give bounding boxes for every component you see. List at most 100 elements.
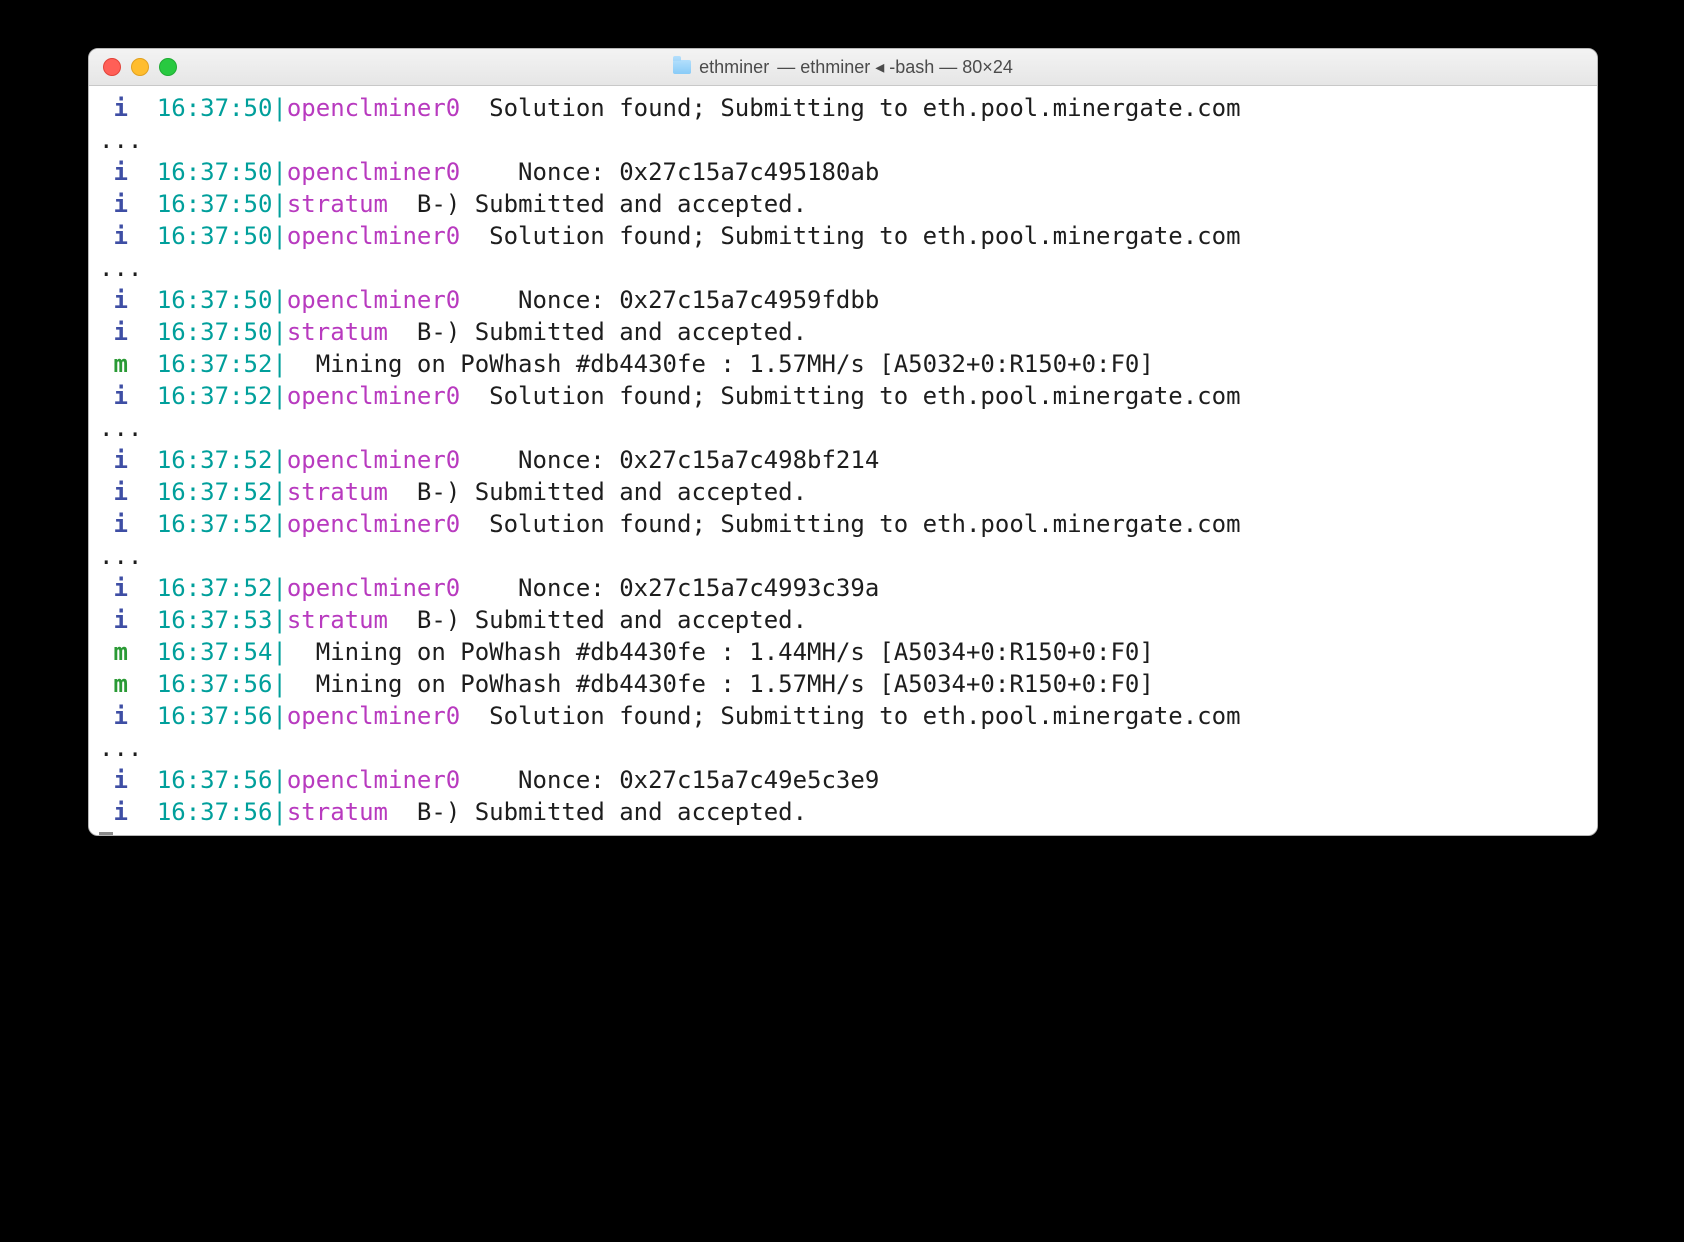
log-source: stratum [287, 798, 388, 826]
title-folder-name: ethminer [699, 57, 769, 78]
log-source: stratum [287, 478, 388, 506]
timestamp: 16:37:56 [157, 766, 273, 794]
log-source: openclminer0 [287, 766, 460, 794]
timestamp: 16:37:52 [157, 350, 273, 378]
separator-pipe: | [272, 574, 286, 602]
log-source: stratum [287, 318, 388, 346]
continuation-dots: ... [99, 126, 142, 154]
log-message: B-) Submitted and accepted. [417, 798, 807, 826]
terminal-line: m 16:37:56| Mining on PoWhash #db4430fe … [99, 668, 1587, 700]
terminal-line: i 16:37:56|openclminer0 Solution found; … [99, 700, 1587, 732]
prompt-line[interactable] [99, 828, 1587, 835]
log-message: B-) Submitted and accepted. [417, 478, 807, 506]
log-message: Nonce: 0x27c15a7c498bf214 [518, 446, 879, 474]
log-level-icon: m [113, 638, 127, 666]
log-source: openclminer0 [287, 702, 460, 730]
log-source: openclminer0 [287, 446, 460, 474]
log-level-icon: i [113, 446, 127, 474]
timestamp: 16:37:52 [157, 478, 273, 506]
separator-pipe: | [272, 510, 286, 538]
terminal-line: i 16:37:53|stratum B-) Submitted and acc… [99, 604, 1587, 636]
timestamp: 16:37:52 [157, 574, 273, 602]
terminal-line: m 16:37:54| Mining on PoWhash #db4430fe … [99, 636, 1587, 668]
log-source: openclminer0 [287, 574, 460, 602]
log-source: openclminer0 [287, 286, 460, 314]
terminal-line: i 16:37:52|stratum B-) Submitted and acc… [99, 476, 1587, 508]
terminal-line: ... [99, 732, 1587, 764]
continuation-dots: ... [99, 414, 142, 442]
terminal-line: i 16:37:50|openclminer0 Solution found; … [99, 92, 1587, 124]
timestamp: 16:37:50 [157, 190, 273, 218]
window-title: ethminer — ethminer ◂ -bash — 80×24 [89, 57, 1597, 78]
log-source: openclminer0 [287, 158, 460, 186]
separator-pipe: | [272, 446, 286, 474]
terminal-window: ethminer — ethminer ◂ -bash — 80×24 i 16… [88, 48, 1598, 836]
log-level-icon: i [113, 702, 127, 730]
log-message: Mining on PoWhash #db4430fe : 1.57MH/s [… [316, 670, 1154, 698]
log-level-icon: m [113, 670, 127, 698]
maximize-button[interactable] [159, 58, 177, 76]
terminal-line: i 16:37:50|stratum B-) Submitted and acc… [99, 316, 1587, 348]
timestamp: 16:37:50 [157, 222, 273, 250]
log-level-icon: i [113, 94, 127, 122]
log-message: Solution found; Submitting to eth.pool.m… [489, 222, 1240, 250]
terminal-line: m 16:37:52| Mining on PoWhash #db4430fe … [99, 348, 1587, 380]
terminal-line: ... [99, 252, 1587, 284]
log-message: Mining on PoWhash #db4430fe : 1.44MH/s [… [316, 638, 1154, 666]
log-source: openclminer0 [287, 94, 460, 122]
terminal-line: i 16:37:50|openclminer0 Nonce: 0x27c15a7… [99, 284, 1587, 316]
minimize-button[interactable] [131, 58, 149, 76]
separator-pipe: | [272, 318, 286, 346]
log-source: openclminer0 [287, 382, 460, 410]
timestamp: 16:37:52 [157, 446, 273, 474]
log-level-icon: i [113, 318, 127, 346]
log-message: Solution found; Submitting to eth.pool.m… [489, 94, 1240, 122]
terminal-line: i 16:37:50|stratum B-) Submitted and acc… [99, 188, 1587, 220]
terminal-line: i 16:37:52|openclminer0 Nonce: 0x27c15a7… [99, 444, 1587, 476]
separator-pipe: | [272, 606, 286, 634]
terminal-line: i 16:37:52|openclminer0 Nonce: 0x27c15a7… [99, 572, 1587, 604]
log-level-icon: i [113, 606, 127, 634]
separator-pipe: | [272, 702, 286, 730]
separator-pipe: | [272, 798, 286, 826]
log-level-icon: i [113, 158, 127, 186]
continuation-dots: ... [99, 542, 142, 570]
log-message: Solution found; Submitting to eth.pool.m… [489, 510, 1240, 538]
log-level-icon: i [113, 286, 127, 314]
timestamp: 16:37:56 [157, 702, 273, 730]
terminal-line: i 16:37:56|openclminer0 Nonce: 0x27c15a7… [99, 764, 1587, 796]
timestamp: 16:37:56 [157, 798, 273, 826]
continuation-dots: ... [99, 254, 142, 282]
close-button[interactable] [103, 58, 121, 76]
continuation-dots: ... [99, 734, 142, 762]
separator-pipe: | [272, 190, 286, 218]
timestamp: 16:37:50 [157, 158, 273, 186]
separator-pipe: | [272, 94, 286, 122]
timestamp: 16:37:52 [157, 510, 273, 538]
timestamp: 16:37:50 [157, 286, 273, 314]
log-message: Nonce: 0x27c15a7c495180ab [518, 158, 879, 186]
separator-pipe: | [272, 478, 286, 506]
log-level-icon: i [113, 382, 127, 410]
terminal-line: i 16:37:56|stratum B-) Submitted and acc… [99, 796, 1587, 828]
log-level-icon: i [113, 510, 127, 538]
log-level-icon: i [113, 766, 127, 794]
timestamp: 16:37:50 [157, 318, 273, 346]
log-source: openclminer0 [287, 222, 460, 250]
log-level-icon: i [113, 798, 127, 826]
log-message: Solution found; Submitting to eth.pool.m… [489, 702, 1240, 730]
terminal-output[interactable]: i 16:37:50|openclminer0 Solution found; … [89, 86, 1597, 835]
log-level-icon: i [113, 222, 127, 250]
titlebar[interactable]: ethminer — ethminer ◂ -bash — 80×24 [89, 49, 1597, 86]
log-level-icon: i [113, 574, 127, 602]
log-level-icon: m [113, 350, 127, 378]
separator-pipe: | [272, 670, 286, 698]
terminal-line: ... [99, 540, 1587, 572]
timestamp: 16:37:52 [157, 382, 273, 410]
terminal-line: i 16:37:52|openclminer0 Solution found; … [99, 380, 1587, 412]
log-message: Nonce: 0x27c15a7c4993c39a [518, 574, 879, 602]
separator-pipe: | [272, 382, 286, 410]
terminal-line: i 16:37:50|openclminer0 Solution found; … [99, 220, 1587, 252]
log-message: Nonce: 0x27c15a7c4959fdbb [518, 286, 879, 314]
log-message: B-) Submitted and accepted. [417, 318, 807, 346]
